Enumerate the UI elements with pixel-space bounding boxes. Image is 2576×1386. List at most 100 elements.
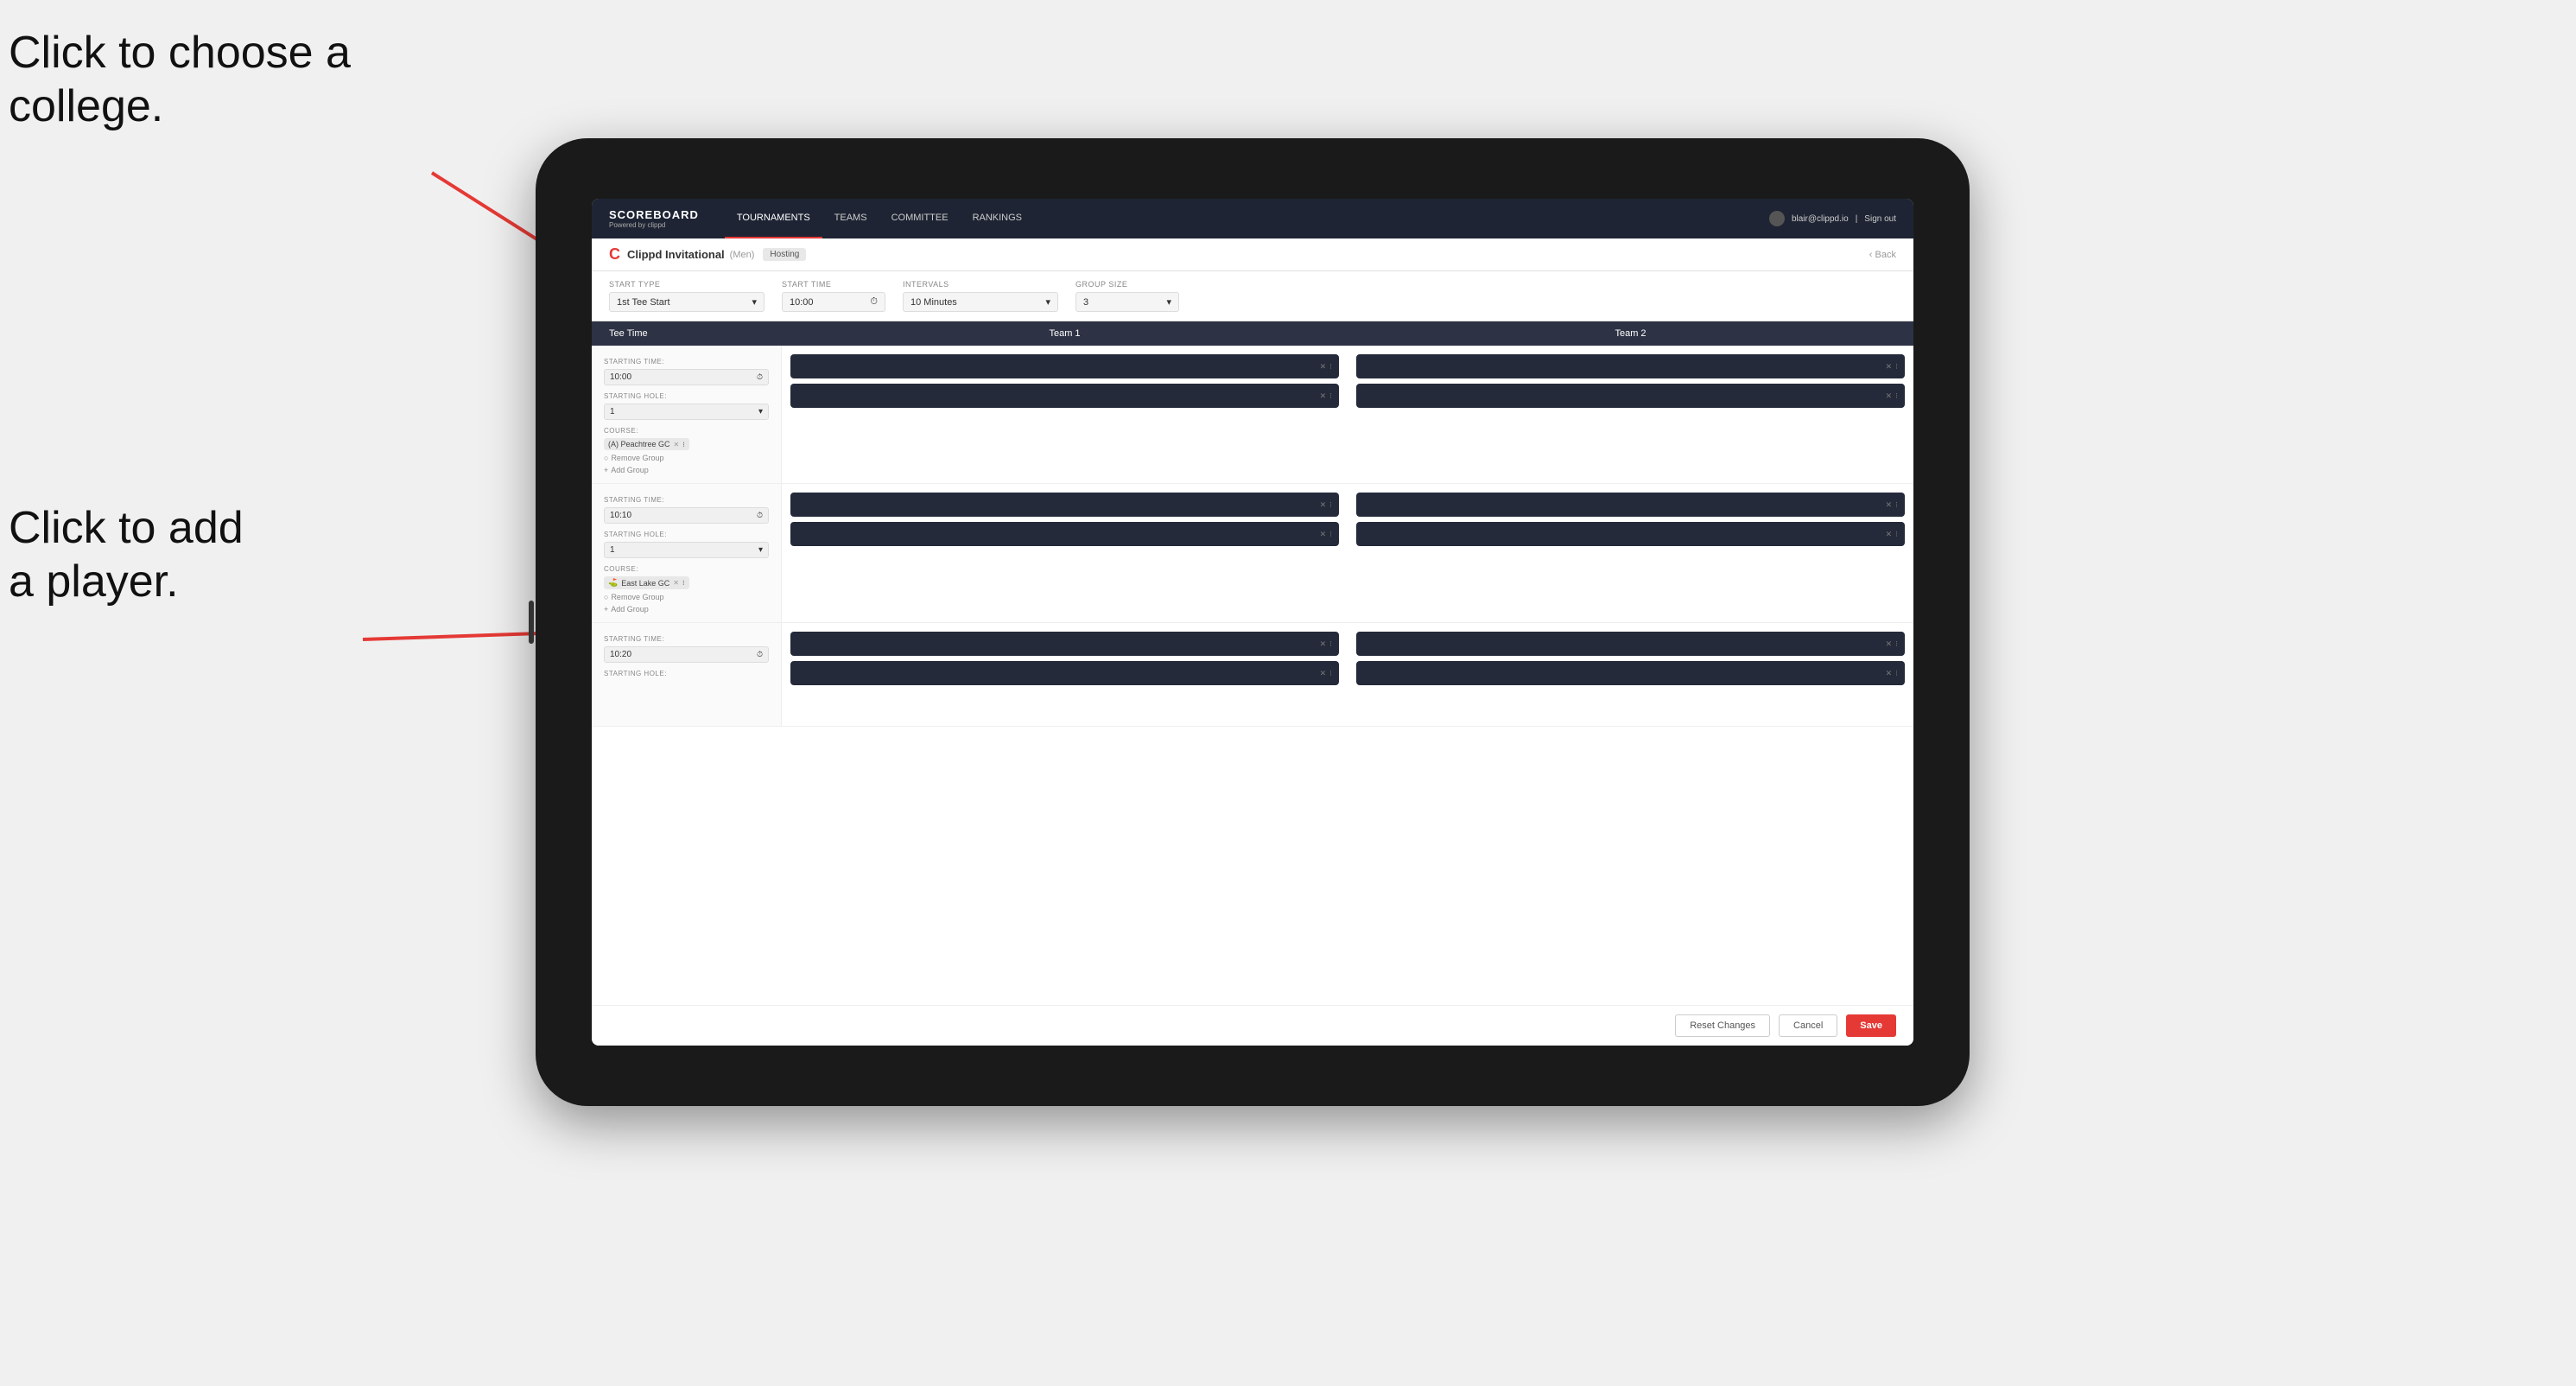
add-group-link-2[interactable]: + Add Group bbox=[604, 605, 769, 614]
starting-hole-label-3: STARTING HOLE: bbox=[604, 670, 769, 677]
reset-button[interactable]: Reset Changes bbox=[1675, 1014, 1770, 1037]
remove-group-link-2[interactable]: ○ Remove Group bbox=[604, 593, 769, 601]
dots-icon[interactable]: ⁝ bbox=[1895, 500, 1898, 510]
player-slot[interactable]: ✕ ⁝ bbox=[1356, 354, 1905, 378]
starting-time-input-2[interactable]: 10:10 ⏱ bbox=[604, 507, 769, 524]
save-button[interactable]: Save bbox=[1846, 1014, 1896, 1037]
player-slot[interactable]: ✕ ⁝ bbox=[790, 384, 1339, 408]
dots-icon[interactable]: ⁝ bbox=[1329, 500, 1332, 510]
course-field-1: (A) Peachtree GC ✕ ⁝ bbox=[604, 438, 769, 450]
nav-rankings[interactable]: RANKINGS bbox=[961, 199, 1034, 238]
close-icon[interactable]: ✕ bbox=[1886, 639, 1893, 649]
dots-icon[interactable]: ⁝ bbox=[1895, 639, 1898, 649]
team2-cell-1: ✕ ⁝ ✕ ⁝ bbox=[1348, 346, 1913, 483]
team1-cell-1: ✕ ⁝ ✕ ⁝ bbox=[782, 346, 1348, 483]
table-header: Tee Time Team 1 Team 2 bbox=[592, 321, 1913, 346]
intervals-select[interactable]: 10 Minutes ▾ bbox=[903, 292, 1058, 312]
remove-course-icon-2[interactable]: ✕ bbox=[673, 579, 679, 587]
starting-time-label-3: STARTING TIME: bbox=[604, 635, 769, 643]
table-row: STARTING TIME: 10:00 ⏱ STARTING HOLE: 1 … bbox=[592, 346, 1913, 484]
close-icon[interactable]: ✕ bbox=[1320, 669, 1327, 678]
start-time-select[interactable]: 10:00 ⏱ bbox=[782, 292, 885, 312]
player-slot[interactable]: ✕ ⁝ bbox=[1356, 384, 1905, 408]
table-row: STARTING TIME: 10:20 ⏱ STARTING HOLE: ✕ … bbox=[592, 623, 1913, 727]
close-icon[interactable]: ✕ bbox=[1886, 391, 1893, 401]
team1-cell-3: ✕ ⁝ ✕ ⁝ bbox=[782, 623, 1348, 726]
group-left-2: STARTING TIME: 10:10 ⏱ STARTING HOLE: 1 … bbox=[592, 484, 782, 622]
powered-by: Powered by clippd bbox=[609, 221, 699, 229]
nav-tournaments[interactable]: TOURNAMENTS bbox=[725, 199, 822, 238]
dots-icon[interactable]: ⁝ bbox=[1895, 669, 1898, 678]
player-slot[interactable]: ✕ ⁝ bbox=[1356, 493, 1905, 517]
nav-committee[interactable]: COMMITTEE bbox=[879, 199, 961, 238]
starting-hole-input-1[interactable]: 1 ▾ bbox=[604, 404, 769, 420]
slot-icons: ✕ ⁝ bbox=[1320, 362, 1332, 372]
slot-icons: ✕ ⁝ bbox=[1320, 391, 1332, 401]
dots-icon[interactable]: ⁝ bbox=[1895, 530, 1898, 539]
remove-group-link-1[interactable]: ○ Remove Group bbox=[604, 454, 769, 462]
slot-icons: ✕ ⁝ bbox=[1886, 391, 1898, 401]
close-icon[interactable]: ✕ bbox=[1320, 500, 1327, 510]
clock-icon-2: ⏱ bbox=[757, 511, 763, 520]
dots-icon[interactable]: ⁝ bbox=[1329, 639, 1332, 649]
course-tag-2[interactable]: ⛳ East Lake GC ✕ ⁝ bbox=[604, 576, 689, 589]
course-label-1: COURSE: bbox=[604, 427, 769, 435]
dots-icon[interactable]: ⁝ bbox=[1329, 669, 1332, 678]
start-type-select[interactable]: 1st Tee Start ▾ bbox=[609, 292, 765, 312]
player-slot[interactable]: ✕ ⁝ bbox=[1356, 661, 1905, 685]
col-tee-time: Tee Time bbox=[592, 328, 782, 339]
player-slot[interactable]: ✕ ⁝ bbox=[790, 354, 1339, 378]
brand-title: SCOREBOARD bbox=[609, 208, 699, 221]
clippd-logo: C bbox=[609, 245, 620, 264]
close-icon[interactable]: ✕ bbox=[1886, 500, 1893, 510]
starting-time-input-3[interactable]: 10:20 ⏱ bbox=[604, 646, 769, 663]
tablet-screen: SCOREBOARD Powered by clippd TOURNAMENTS… bbox=[592, 199, 1913, 1046]
player-slot[interactable]: ✕ ⁝ bbox=[1356, 632, 1905, 656]
close-icon[interactable]: ✕ bbox=[1320, 639, 1327, 649]
start-time-label: Start Time bbox=[782, 280, 885, 289]
golf-icon: ⛳ bbox=[608, 578, 618, 588]
subheader: C Clippd Invitational (Men) Hosting ‹ Ba… bbox=[592, 238, 1913, 271]
remove-course-icon-1[interactable]: ✕ bbox=[674, 441, 680, 448]
course-tag-1[interactable]: (A) Peachtree GC ✕ ⁝ bbox=[604, 438, 689, 450]
dots-icon[interactable]: ⁝ bbox=[1895, 362, 1898, 372]
add-group-link-1[interactable]: + Add Group bbox=[604, 466, 769, 474]
tablet-frame: SCOREBOARD Powered by clippd TOURNAMENTS… bbox=[536, 138, 1970, 1106]
minus-icon: ○ bbox=[604, 454, 608, 462]
nav-teams[interactable]: TEAMS bbox=[822, 199, 879, 238]
dots-icon[interactable]: ⁝ bbox=[1329, 362, 1332, 372]
sign-out-link[interactable]: Sign out bbox=[1864, 214, 1896, 224]
close-icon[interactable]: ✕ bbox=[1320, 530, 1327, 539]
close-icon[interactable]: ✕ bbox=[1886, 530, 1893, 539]
dots-icon[interactable]: ⁝ bbox=[1895, 391, 1898, 401]
clock-icon: ⏱ bbox=[870, 296, 878, 308]
main-content: STARTING TIME: 10:00 ⏱ STARTING HOLE: 1 … bbox=[592, 346, 1913, 1005]
player-slot[interactable]: ✕ ⁝ bbox=[790, 522, 1339, 546]
back-button[interactable]: ‹ Back bbox=[1869, 250, 1896, 260]
chevron-icon-2: ⁝ bbox=[682, 579, 685, 587]
cancel-button[interactable]: Cancel bbox=[1779, 1014, 1837, 1037]
table-row: STARTING TIME: 10:10 ⏱ STARTING HOLE: 1 … bbox=[592, 484, 1913, 623]
clock-icon-1: ⏱ bbox=[757, 372, 763, 382]
chevron-down-icon: ▾ bbox=[752, 296, 757, 308]
starting-hole-input-2[interactable]: 1 ▾ bbox=[604, 542, 769, 558]
intervals-label: Intervals bbox=[903, 280, 1058, 289]
dots-icon[interactable]: ⁝ bbox=[1329, 530, 1332, 539]
close-icon[interactable]: ✕ bbox=[1320, 391, 1327, 401]
player-slot[interactable]: ✕ ⁝ bbox=[790, 493, 1339, 517]
dots-icon[interactable]: ⁝ bbox=[1329, 391, 1332, 401]
start-time-group: Start Time 10:00 ⏱ bbox=[782, 280, 885, 312]
intervals-group: Intervals 10 Minutes ▾ bbox=[903, 280, 1058, 312]
chevron-icon-1: ⁝ bbox=[682, 441, 685, 448]
starting-time-input-1[interactable]: 10:00 ⏱ bbox=[604, 369, 769, 385]
close-icon[interactable]: ✕ bbox=[1886, 669, 1893, 678]
group-size-select[interactable]: 3 ▾ bbox=[1075, 292, 1179, 312]
player-slot[interactable]: ✕ ⁝ bbox=[790, 661, 1339, 685]
player-slot[interactable]: ✕ ⁝ bbox=[790, 632, 1339, 656]
pipe: | bbox=[1856, 214, 1858, 224]
close-icon[interactable]: ✕ bbox=[1886, 362, 1893, 372]
minus-icon-2: ○ bbox=[604, 593, 608, 601]
chevron-down-icon-5: ▾ bbox=[758, 545, 763, 555]
close-icon[interactable]: ✕ bbox=[1320, 362, 1327, 372]
player-slot[interactable]: ✕ ⁝ bbox=[1356, 522, 1905, 546]
